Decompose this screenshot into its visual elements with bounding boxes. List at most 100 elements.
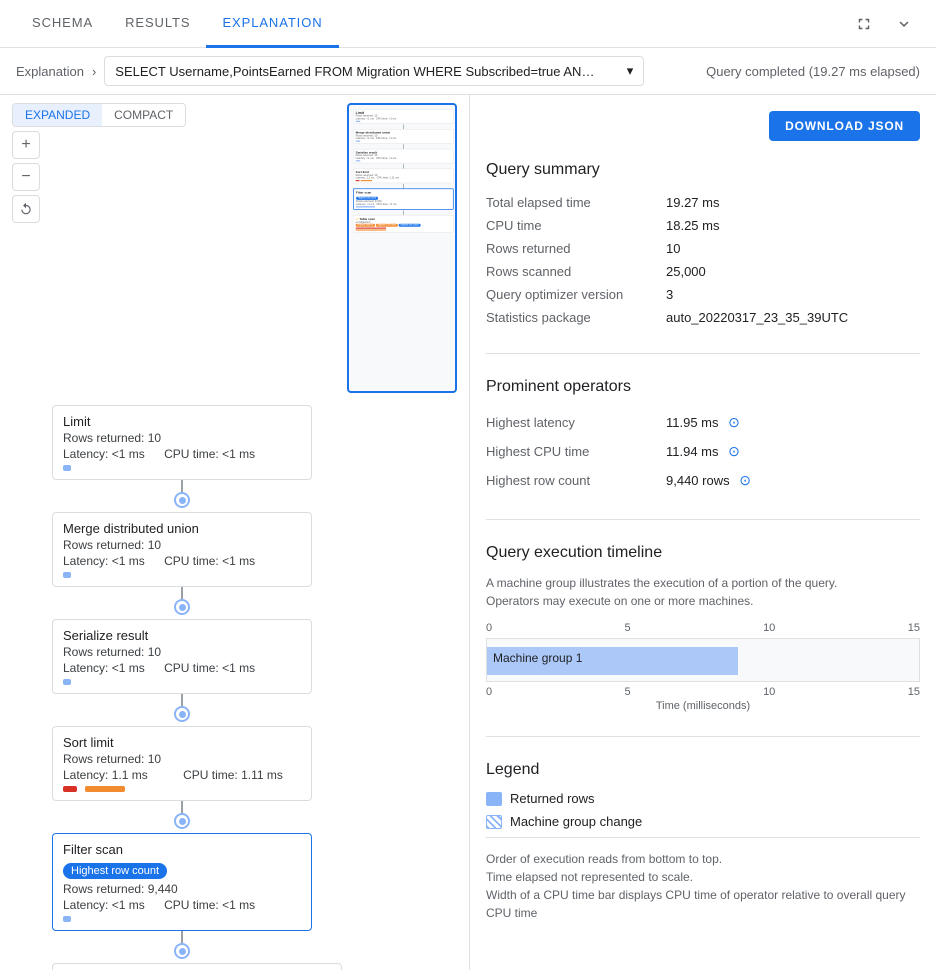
divider-1 [486,353,920,354]
summary-value-2: 10 [666,237,920,260]
query-summary-section: Query summary Total elapsed time 19.27 m… [486,161,920,329]
expand-button[interactable] [888,8,920,40]
operator-serialize-latency: Latency: <1 ms [63,661,145,675]
badge-highest-row-count: Highest row count [63,863,167,879]
query-select[interactable]: SELECT Username,PointsEarned FROM Migrat… [104,56,644,86]
operator-limit-rows: Rows returned: 10 [63,431,301,445]
filter-badges: Highest row count [63,860,301,879]
summary-row-2: Rows returned 10 [486,237,920,260]
summary-row-3: Rows scanned 25,000 [486,260,920,283]
summary-value-3: 25,000 [666,260,920,283]
prominent-operators-section: Prominent operators Highest latency 11.9… [486,378,920,495]
top-tabs: SCHEMA RESULTS EXPLANATION [0,0,936,48]
main-layout: EXPANDED COMPACT + − Limit Rows returned [0,95,936,970]
tab-explanation[interactable]: EXPLANATION [206,0,338,48]
prominent-value-2: 9,440 rows ⊙ [666,466,920,495]
legend-note: Order of execution reads from bottom to … [486,837,920,922]
breadcrumb-label: Explanation [16,64,84,79]
connector-3 [181,694,183,714]
operator-sort-rows: Rows returned: 10 [63,752,301,766]
prominent-label-0: Highest latency [486,408,666,437]
fullscreen-button[interactable] [848,8,880,40]
timeline-desc-2: Operators may execute on one or more mac… [486,594,753,608]
summary-value-4: 3 [666,283,920,306]
tab-results[interactable]: RESULTS [109,0,206,48]
operator-sort-title: Sort limit [63,735,301,750]
operator-filter-scan[interactable]: Filter scan Highest row count Rows retur… [52,833,312,931]
operator-merge-latency-cpu: Latency: <1 ms CPU time: <1 ms [63,554,301,568]
operator-sort-limit[interactable]: Sort limit Rows returned: 10 Latency: 1.… [52,726,312,801]
operator-merge-title: Merge distributed union [63,521,301,536]
prominent-value-0-text: 11.95 ms [666,415,719,430]
query-status: Query completed (19.27 ms elapsed) [706,64,920,79]
prominent-operators-title: Prominent operators [486,378,920,396]
operator-filter-cpu: CPU time: <1 ms [164,898,255,912]
query-select-text: SELECT Username,PointsEarned FROM Migrat… [115,64,595,79]
link-icon-0[interactable]: ⊙ [728,414,740,430]
summary-value-0: 19.27 ms [666,191,920,214]
summary-row-0: Total elapsed time 19.27 ms [486,191,920,214]
connector-4 [181,801,183,821]
query-summary-title: Query summary [486,161,920,179]
latency-bar [63,572,71,578]
link-icon-1[interactable]: ⊙ [728,443,740,459]
summary-label-0: Total elapsed time [486,191,666,214]
operator-limit-latency: Latency: <1 ms [63,447,145,461]
summary-label-3: Rows scanned [486,260,666,283]
prominent-value-2-text: 9,440 rows [666,473,730,488]
compact-view-btn[interactable]: COMPACT [102,104,185,126]
connector-5 [181,931,183,951]
operator-merge-bars [63,572,301,578]
zoom-in-button[interactable]: + [12,131,40,159]
operator-filter-bars [63,916,301,922]
timeline-title: Query execution timeline [486,544,920,562]
operator-serialize[interactable]: Serialize result Rows returned: 10 Laten… [52,619,312,694]
machine-group-label: Machine group 1 [493,651,582,665]
operator-serialize-bars [63,679,301,685]
latency-bar [63,916,71,922]
view-toggle: EXPANDED COMPACT [12,103,186,127]
prominent-value-1: 11.94 ms ⊙ [666,437,920,466]
reset-zoom-button[interactable] [12,195,40,223]
timeline-axis-bottom: 0 5 10 15 [486,686,920,698]
summary-label-5: Statistics package [486,306,666,329]
operator-limit[interactable]: Limit Rows returned: 10 Latency: <1 ms C… [52,405,312,480]
tab-schema[interactable]: SCHEMA [16,0,109,48]
prominent-label-2: Highest row count [486,466,666,495]
legend-label-0: Returned rows [510,791,595,806]
operator-filter-rows: Rows returned: 9,440 [63,882,301,896]
expanded-view-btn[interactable]: EXPANDED [13,104,102,126]
prominent-table: Highest latency 11.95 ms ⊙ Highest CPU t… [486,408,920,495]
summary-row-5: Statistics package auto_20220317_23_35_3… [486,306,920,329]
timeline-axis-top: 0 5 10 15 [486,622,920,634]
operator-merge[interactable]: Merge distributed union Rows returned: 1… [52,512,312,587]
operator-serialize-rows: Rows returned: 10 [63,645,301,659]
operator-filter-title: Filter scan [63,842,301,857]
operator-limit-latency-cpu: Latency: <1 ms CPU time: <1 ms [63,447,301,461]
summary-value-1: 18.25 ms [666,214,920,237]
operator-merge-rows: Rows returned: 10 [63,538,301,552]
download-json-button[interactable]: DOWNLOAD JSON [769,111,920,141]
legend-item-1: Machine group change [486,814,920,829]
breadcrumb-arrow: › [92,64,96,79]
left-panel: EXPANDED COMPACT + − Limit Rows returned [0,95,470,970]
right-panel: DOWNLOAD JSON Query summary Total elapse… [470,95,936,970]
legend-box-returned-rows [486,792,502,806]
summary-row-1: CPU time 18.25 ms [486,214,920,237]
link-icon-2[interactable]: ⊙ [739,472,751,488]
summary-table: Total elapsed time 19.27 ms CPU time 18.… [486,191,920,329]
timeline-desc-1: A machine group illustrates the executio… [486,576,837,590]
operator-sort-latency-cpu: Latency: 1.1 ms CPU time: 1.11 ms [63,768,301,782]
connector-2 [181,587,183,607]
operator-sort-latency: Latency: 1.1 ms [63,768,148,782]
operator-table-scan[interactable]: ⚠ Table scan on Migration Full scan High… [52,963,342,970]
connector-1 [181,480,183,500]
legend-label-1: Machine group change [510,814,642,829]
summary-row-4: Query optimizer version 3 [486,283,920,306]
breadcrumb-bar: Explanation › SELECT Username,PointsEarn… [0,48,936,95]
minimap[interactable]: Limit Rows returned: 10 Latency: <1 ms C… [347,103,457,393]
time-label: Time (milliseconds) [486,700,920,712]
summary-label-1: CPU time [486,214,666,237]
zoom-out-button[interactable]: − [12,163,40,191]
operator-serialize-latency-cpu: Latency: <1 ms CPU time: <1 ms [63,661,301,675]
